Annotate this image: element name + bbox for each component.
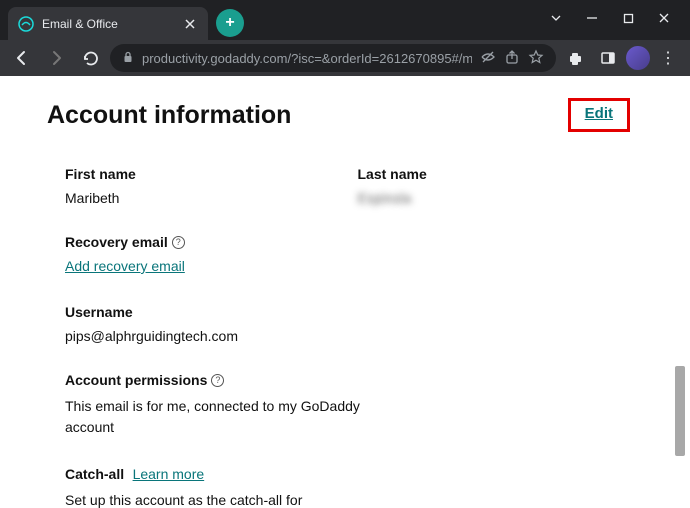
learn-more-link[interactable]: Learn more: [133, 466, 205, 482]
profile-avatar[interactable]: [626, 46, 650, 70]
page-title: Account information: [47, 101, 291, 130]
permissions-value: This email is for me, connected to my Go…: [65, 396, 365, 438]
lock-icon: [122, 51, 134, 66]
godaddy-favicon-icon: [18, 16, 34, 32]
extensions-icon[interactable]: [562, 44, 590, 72]
maximize-icon[interactable]: [614, 4, 642, 32]
recovery-email-label: Recovery email ?: [65, 234, 630, 250]
info-icon[interactable]: ?: [211, 374, 224, 387]
browser-tab[interactable]: Email & Office: [8, 7, 208, 40]
last-name-value: Espinola: [358, 190, 631, 206]
menu-icon[interactable]: ⋮: [654, 44, 682, 72]
edit-highlight: Edit: [568, 98, 630, 132]
username-label: Username: [65, 304, 630, 320]
first-name-value: Maribeth: [65, 190, 338, 206]
window-controls: [530, 0, 690, 36]
dropdown-icon[interactable]: [542, 4, 570, 32]
permissions-label: Account permissions ?: [65, 372, 630, 388]
viewport: Account information Edit First name Mari…: [0, 76, 690, 508]
tab-title: Email & Office: [42, 17, 174, 31]
new-tab-button[interactable]: +: [216, 9, 244, 37]
add-recovery-email-link[interactable]: Add recovery email: [65, 258, 185, 274]
close-icon[interactable]: [650, 4, 678, 32]
catchall-desc: Set up this account as the catch-all for: [65, 490, 365, 508]
url-box[interactable]: productivity.godaddy.com/?isc=&orderId=2…: [110, 44, 556, 72]
username-value: pips@alphrguidingtech.com: [65, 328, 630, 344]
eye-off-icon[interactable]: [480, 49, 496, 68]
minimize-icon[interactable]: [578, 4, 606, 32]
page: Account information Edit First name Mari…: [7, 76, 670, 508]
edit-link[interactable]: Edit: [585, 105, 613, 122]
forward-icon[interactable]: [42, 44, 70, 72]
first-name-label: First name: [65, 166, 338, 182]
share-icon[interactable]: [504, 49, 520, 68]
back-icon[interactable]: [8, 44, 36, 72]
url-text: productivity.godaddy.com/?isc=&orderId=2…: [142, 51, 472, 66]
reload-icon[interactable]: [76, 44, 104, 72]
toolbar-right: ⋮: [562, 44, 682, 72]
info-icon[interactable]: ?: [172, 236, 185, 249]
catchall-label: Catch-all: [65, 466, 124, 482]
panel-icon[interactable]: [594, 44, 622, 72]
scrollbar-thumb[interactable]: [675, 366, 685, 456]
tab-close-icon[interactable]: [182, 16, 198, 32]
last-name-label: Last name: [358, 166, 631, 182]
address-bar: productivity.godaddy.com/?isc=&orderId=2…: [0, 40, 690, 76]
star-icon[interactable]: [528, 49, 544, 68]
scrollbar[interactable]: [673, 76, 687, 508]
